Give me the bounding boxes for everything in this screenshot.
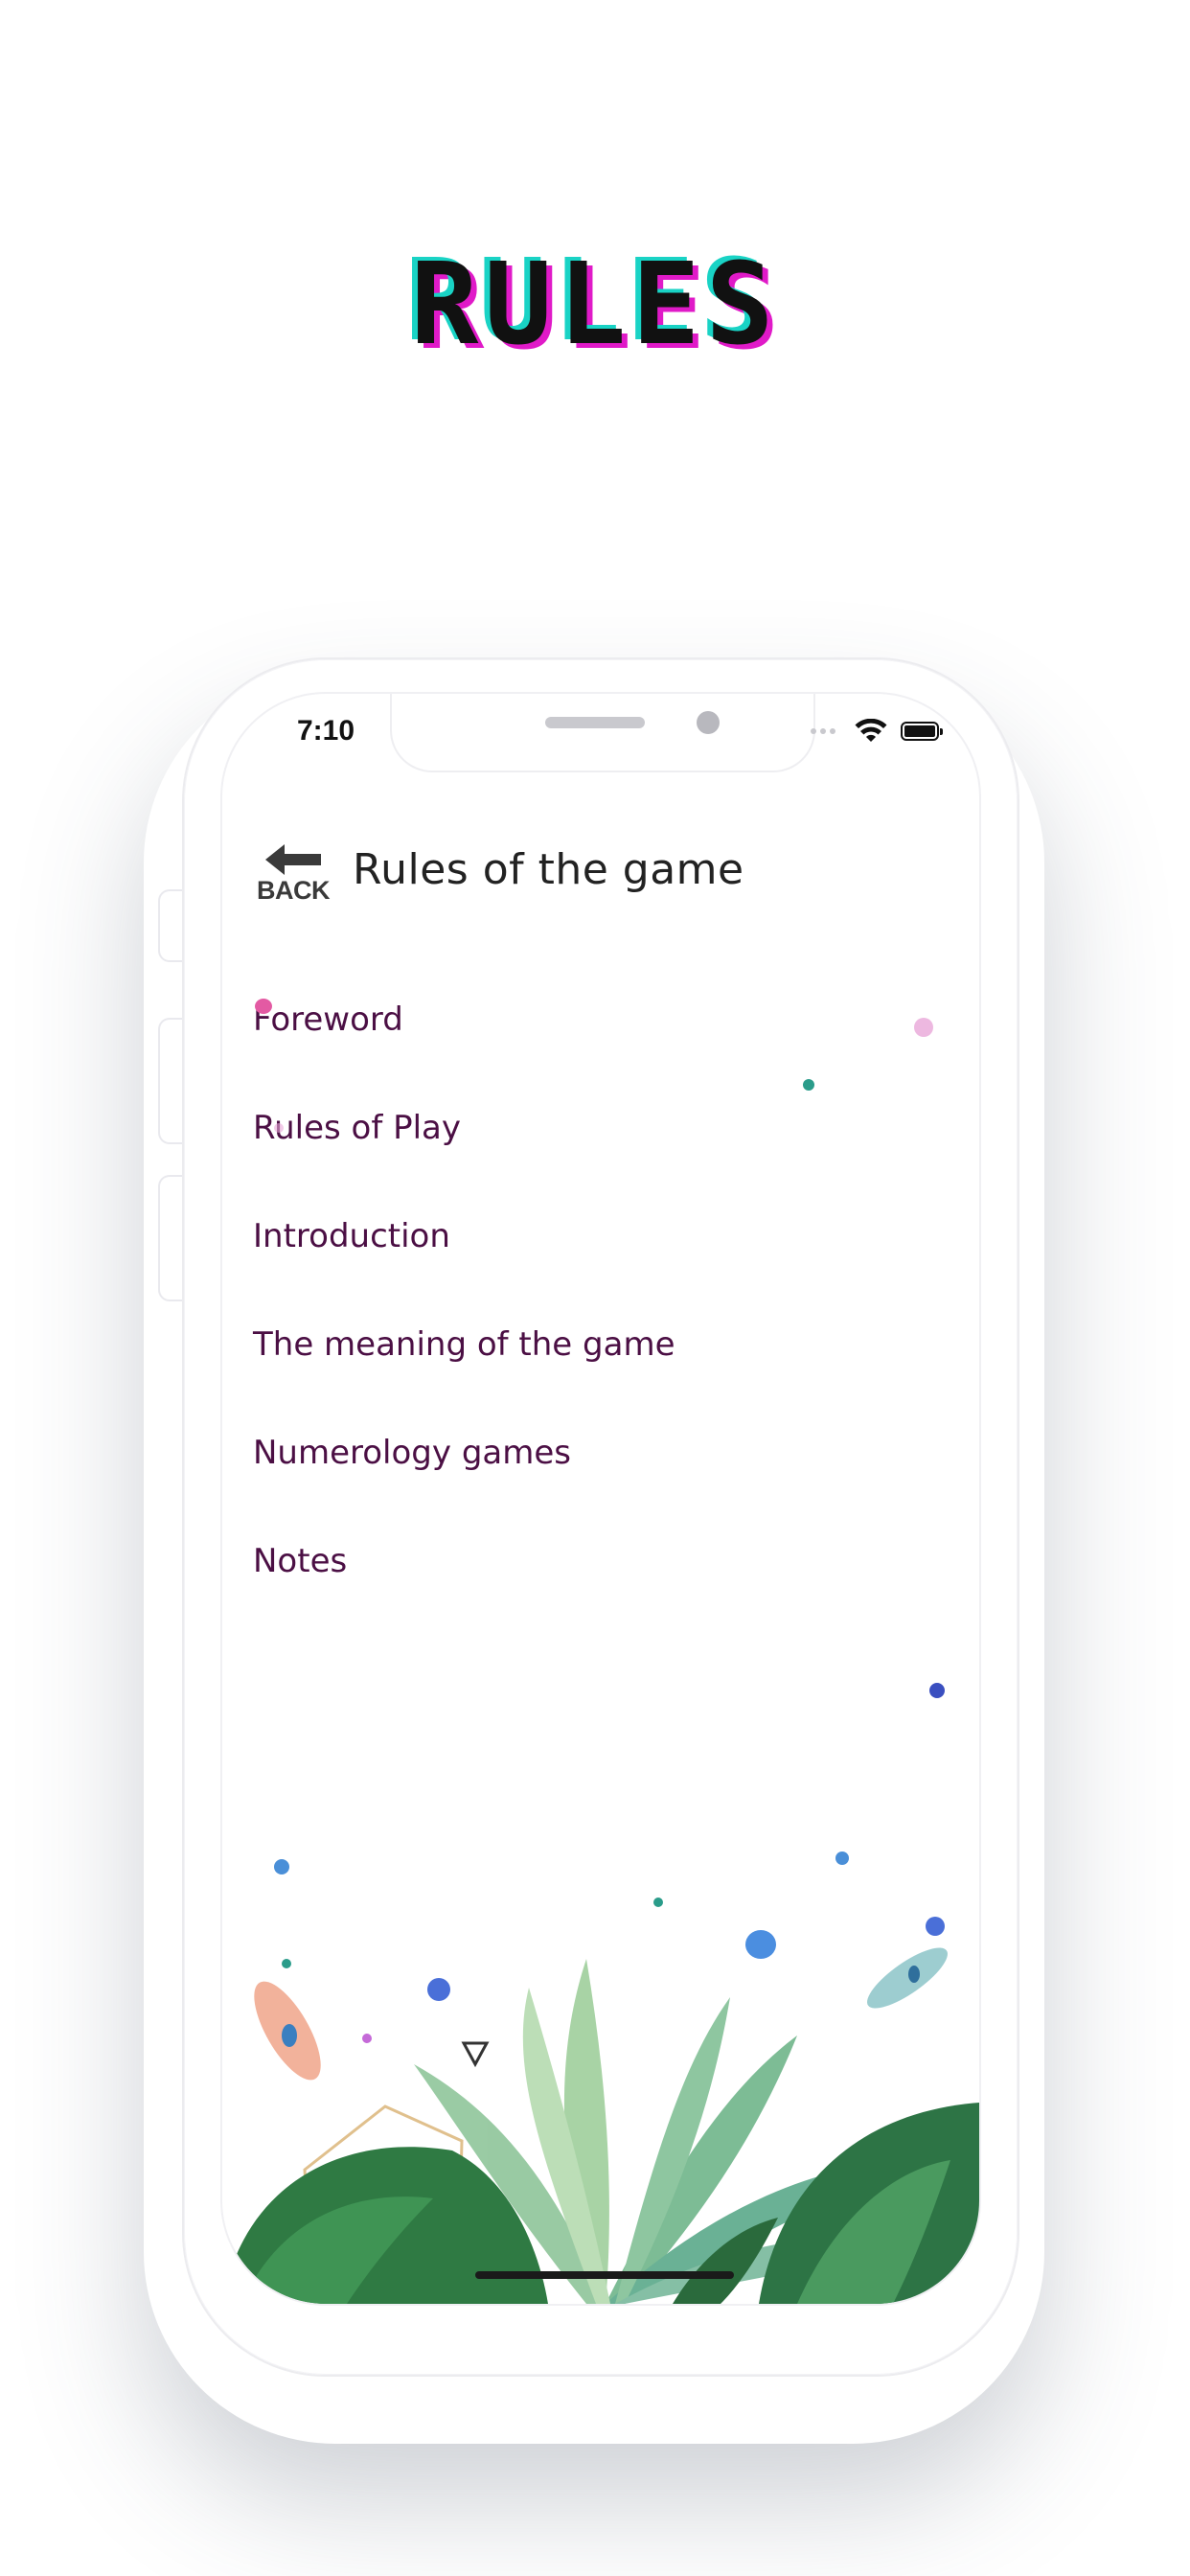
hero-title: RULES xyxy=(410,238,780,370)
volume-up-button xyxy=(158,1018,185,1144)
status-time: 7:10 xyxy=(297,715,355,747)
phone-screen: 7:10 BACK Rules of the game Foreword Rul… xyxy=(220,692,981,2306)
tropical-leaves-illustration xyxy=(222,1947,979,2304)
notch xyxy=(390,694,815,772)
mute-switch xyxy=(158,889,185,962)
volume-down-button xyxy=(158,1175,185,1301)
star-decoration xyxy=(835,1852,849,1865)
flower-decoration xyxy=(255,999,272,1014)
menu-item-rules-of-play[interactable]: Rules of Play xyxy=(253,1109,461,1147)
flower-decoration xyxy=(914,1018,933,1037)
back-button[interactable]: BACK xyxy=(257,842,331,911)
status-icons xyxy=(811,719,943,744)
front-camera xyxy=(697,711,720,734)
menu-item-introduction[interactable]: Introduction xyxy=(253,1217,450,1255)
screen-title: Rules of the game xyxy=(353,845,744,894)
menu-item-notes[interactable]: Notes xyxy=(253,1542,347,1580)
battery-icon xyxy=(901,722,943,741)
menu-item-foreword[interactable]: Foreword xyxy=(253,1000,403,1039)
signal-dots-icon xyxy=(811,728,835,734)
back-label: BACK xyxy=(257,876,331,905)
speaker-grille xyxy=(545,717,645,728)
dot-decoration xyxy=(803,1079,814,1091)
back-arrow-icon xyxy=(265,844,321,875)
flower-decoration xyxy=(929,1683,945,1698)
home-indicator[interactable] xyxy=(475,2271,734,2279)
dot-decoration xyxy=(274,1123,284,1133)
menu-item-numerology-games[interactable]: Numerology games xyxy=(253,1434,571,1472)
flower-decoration xyxy=(274,1859,289,1874)
menu-item-meaning-of-game[interactable]: The meaning of the game xyxy=(253,1325,675,1364)
wifi-icon xyxy=(855,719,887,742)
